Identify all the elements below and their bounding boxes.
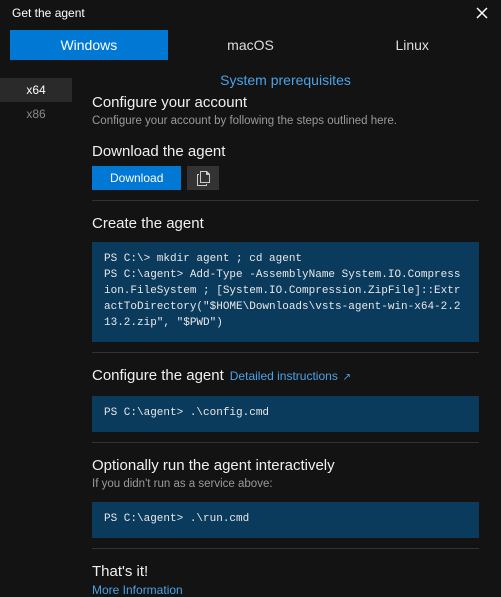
system-prerequisites-link[interactable]: System prerequisites bbox=[92, 72, 479, 88]
tab-linux[interactable]: Linux bbox=[333, 30, 491, 60]
configure-account-sub: Configure your account by following the … bbox=[92, 113, 479, 129]
more-information-link[interactable]: More Information bbox=[92, 583, 479, 597]
close-button[interactable] bbox=[473, 4, 491, 22]
configure-agent-code[interactable]: PS C:\agent> .\config.cmd bbox=[92, 396, 479, 432]
download-button[interactable]: Download bbox=[92, 166, 181, 190]
dialog-title: Get the agent bbox=[12, 6, 85, 20]
os-tabs: Windows macOS Linux bbox=[0, 30, 501, 60]
run-agent-title: Optionally run the agent interactively bbox=[92, 457, 479, 474]
divider bbox=[92, 442, 479, 443]
create-agent-title: Create the agent bbox=[92, 215, 479, 232]
copy-button[interactable] bbox=[187, 166, 219, 190]
tab-x64[interactable]: x64 bbox=[0, 78, 72, 102]
run-agent-code[interactable]: PS C:\agent> .\run.cmd bbox=[92, 502, 479, 538]
tab-windows[interactable]: Windows bbox=[10, 30, 168, 60]
external-link-icon: ↗ bbox=[340, 372, 351, 383]
divider bbox=[92, 352, 479, 353]
configure-agent-title: Configure the agent bbox=[92, 367, 224, 384]
divider bbox=[92, 548, 479, 549]
link-label: Detailed instructions bbox=[230, 369, 338, 383]
arch-tabs: x64 x86 bbox=[0, 60, 72, 597]
detailed-instructions-link[interactable]: Detailed instructions ↗ bbox=[230, 369, 351, 383]
divider bbox=[92, 200, 479, 201]
run-agent-sub: If you didn't run as a service above: bbox=[92, 476, 479, 492]
thats-it-title: That's it! bbox=[92, 563, 479, 580]
copy-icon bbox=[197, 171, 210, 186]
download-title: Download the agent bbox=[92, 143, 479, 160]
configure-account-title: Configure your account bbox=[92, 94, 479, 111]
create-agent-code[interactable]: PS C:\> mkdir agent ; cd agent PS C:\age… bbox=[92, 242, 479, 342]
tab-x86[interactable]: x86 bbox=[0, 102, 72, 126]
tab-macos[interactable]: macOS bbox=[172, 30, 330, 60]
